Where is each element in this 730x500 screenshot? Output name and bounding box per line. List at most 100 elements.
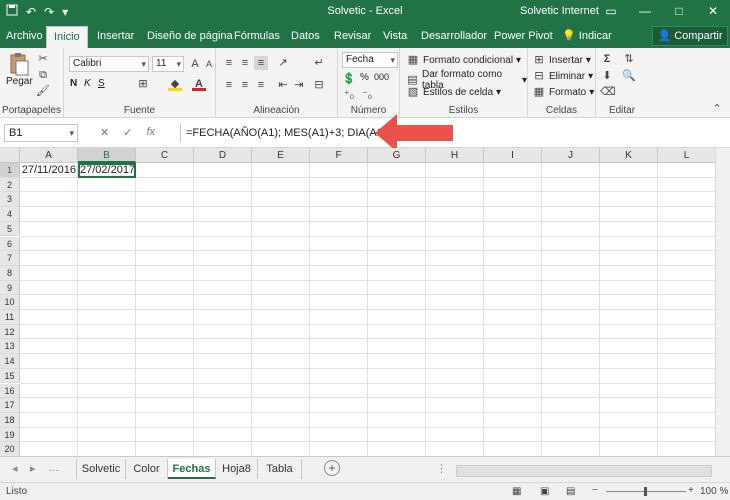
select-all-corner[interactable]: [0, 148, 20, 163]
share-button[interactable]: 👤 Compartir: [652, 26, 728, 46]
cut-button[interactable]: ✂: [36, 52, 50, 66]
more-icon[interactable]: ⋮: [436, 462, 447, 475]
paste-button[interactable]: Pegar: [6, 52, 33, 87]
page-break-icon[interactable]: ▤: [566, 486, 575, 497]
fill-button[interactable]: ⬇: [600, 69, 614, 83]
indent-decrease-button[interactable]: ⇤: [276, 78, 290, 92]
row-header-13[interactable]: 13: [0, 339, 20, 355]
find-select-button[interactable]: 🔍: [622, 69, 636, 83]
delete-cells-button[interactable]: ⊟ Eliminar ▾: [532, 69, 593, 83]
bold-button[interactable]: N: [70, 78, 77, 89]
row-header-17[interactable]: 17: [0, 398, 20, 413]
collapse-ribbon-button[interactable]: ⌃: [710, 102, 724, 116]
wrap-text-button[interactable]: ↵: [312, 56, 326, 70]
clear-button[interactable]: ⌫: [600, 85, 616, 99]
merge-center-button[interactable]: ⊟: [312, 78, 326, 92]
align-center-button[interactable]: ≡: [238, 78, 252, 92]
cancel-icon[interactable]: ✕: [100, 126, 109, 139]
row-header-15[interactable]: 15: [0, 368, 20, 384]
row-header-18[interactable]: 18: [0, 412, 20, 428]
column-header-e[interactable]: E: [252, 148, 310, 163]
row-header-14[interactable]: 14: [0, 354, 20, 369]
row-header-2[interactable]: 2: [0, 177, 20, 193]
font-name-select[interactable]: Calibri: [69, 56, 149, 72]
spreadsheet-grid[interactable]: ABCDEFGHIJKL 1 2 3 4 5 6 7 8 9 10 11 12 13 14 15 16 17 18…: [0, 148, 730, 456]
column-header-a[interactable]: A: [20, 148, 78, 163]
format-painter-button[interactable]: 🖌: [36, 84, 50, 98]
tab-formulas[interactable]: Fórmulas: [234, 28, 280, 48]
cell-styles-button[interactable]: ▧ Estilos de celda ▾: [406, 85, 501, 99]
row-header-4[interactable]: 4: [0, 207, 20, 222]
close-icon[interactable]: ✕: [696, 0, 730, 24]
sheet-tab-color[interactable]: Color: [126, 459, 168, 479]
insert-cells-button[interactable]: ⊞ Insertar ▾: [532, 53, 591, 67]
enter-icon[interactable]: ✓: [123, 126, 132, 139]
minimize-icon[interactable]: —: [628, 0, 662, 24]
align-bottom-button[interactable]: ≡: [254, 56, 268, 70]
orientation-button[interactable]: ↗: [276, 56, 290, 70]
row-header-8[interactable]: 8: [0, 265, 20, 281]
zoom-in-icon[interactable]: +: [688, 485, 694, 496]
row-header-9[interactable]: 9: [0, 280, 20, 296]
shrink-font-button[interactable]: A: [202, 57, 216, 71]
row-header-16[interactable]: 16: [0, 383, 20, 399]
row-header-11[interactable]: 11: [0, 310, 20, 325]
column-header-k[interactable]: K: [600, 148, 658, 163]
row-header-3[interactable]: 3: [0, 192, 20, 208]
tab-archivo[interactable]: Archivo: [6, 28, 43, 48]
page-layout-icon[interactable]: ▣: [540, 486, 549, 497]
column-header-j[interactable]: J: [542, 148, 600, 163]
column-header-i[interactable]: I: [484, 148, 542, 163]
scroll-left-icon[interactable]: ◂: [12, 462, 18, 475]
row-header-1[interactable]: 1: [0, 163, 20, 178]
tab-vista[interactable]: Vista: [383, 28, 407, 48]
sort-filter-button[interactable]: ⇅: [622, 52, 636, 66]
column-header-g[interactable]: G: [368, 148, 426, 163]
tab-revisar[interactable]: Revisar: [334, 28, 371, 48]
tell-me[interactable]: 💡 Indicar: [562, 28, 612, 48]
horizontal-scrollbar[interactable]: [456, 465, 712, 477]
column-header-c[interactable]: C: [136, 148, 194, 163]
ribbon-options-icon[interactable]: ▭: [594, 0, 628, 24]
percent-button[interactable]: %: [360, 72, 369, 83]
tab-inicio[interactable]: Inicio: [46, 26, 88, 48]
row-header-10[interactable]: 10: [0, 295, 20, 310]
thousands-button[interactable]: 000: [374, 72, 389, 82]
column-header-h[interactable]: H: [426, 148, 484, 163]
tab-datos[interactable]: Datos: [291, 28, 320, 48]
name-box[interactable]: B1: [4, 124, 78, 142]
row-header-12[interactable]: 12: [0, 324, 20, 340]
row-header-5[interactable]: 5: [0, 221, 20, 237]
autosum-button[interactable]: Σ: [600, 52, 614, 66]
column-header-l[interactable]: L: [658, 148, 716, 163]
tab-diseno[interactable]: Diseño de página: [147, 28, 233, 48]
cell-a1[interactable]: 27/11/2016: [20, 163, 78, 178]
currency-button[interactable]: 💲: [342, 72, 356, 86]
italic-button[interactable]: K: [84, 78, 91, 89]
column-header-f[interactable]: F: [310, 148, 368, 163]
vertical-scrollbar[interactable]: [715, 148, 730, 456]
decrease-decimal-button[interactable]: ⁻₀: [360, 88, 374, 102]
increase-decimal-button[interactable]: ⁺₀: [342, 88, 356, 102]
row-header-7[interactable]: 7: [0, 251, 20, 266]
conditional-format-button[interactable]: ▦ Formato condicional ▾: [406, 53, 521, 67]
format-cells-button[interactable]: ▦ Formato ▾: [532, 85, 594, 99]
sheet-tab-solvetic[interactable]: Solvetic: [76, 459, 126, 479]
number-format-select[interactable]: Fecha: [342, 52, 398, 68]
row-header-19[interactable]: 19: [0, 427, 20, 443]
align-right-button[interactable]: ≡: [254, 78, 268, 92]
normal-view-icon[interactable]: ▦: [512, 486, 521, 497]
column-header-b[interactable]: B: [78, 148, 136, 163]
scroll-right-icon[interactable]: ▸: [30, 462, 36, 475]
tab-desarrollador[interactable]: Desarrollador: [421, 28, 487, 48]
align-left-button[interactable]: ≡: [222, 78, 236, 92]
maximize-icon[interactable]: □: [662, 0, 696, 24]
cell-b1[interactable]: 27/02/2017: [78, 163, 136, 178]
sheet-tab-hoja8[interactable]: Hoja8: [216, 459, 258, 479]
fill-color-button[interactable]: ◆: [168, 77, 182, 91]
tab-insertar[interactable]: Insertar: [97, 28, 134, 48]
align-top-button[interactable]: ≡: [222, 56, 236, 70]
underline-button[interactable]: S: [98, 78, 105, 89]
more-sheets-icon[interactable]: …: [48, 462, 59, 474]
row-header-6[interactable]: 6: [0, 236, 20, 252]
